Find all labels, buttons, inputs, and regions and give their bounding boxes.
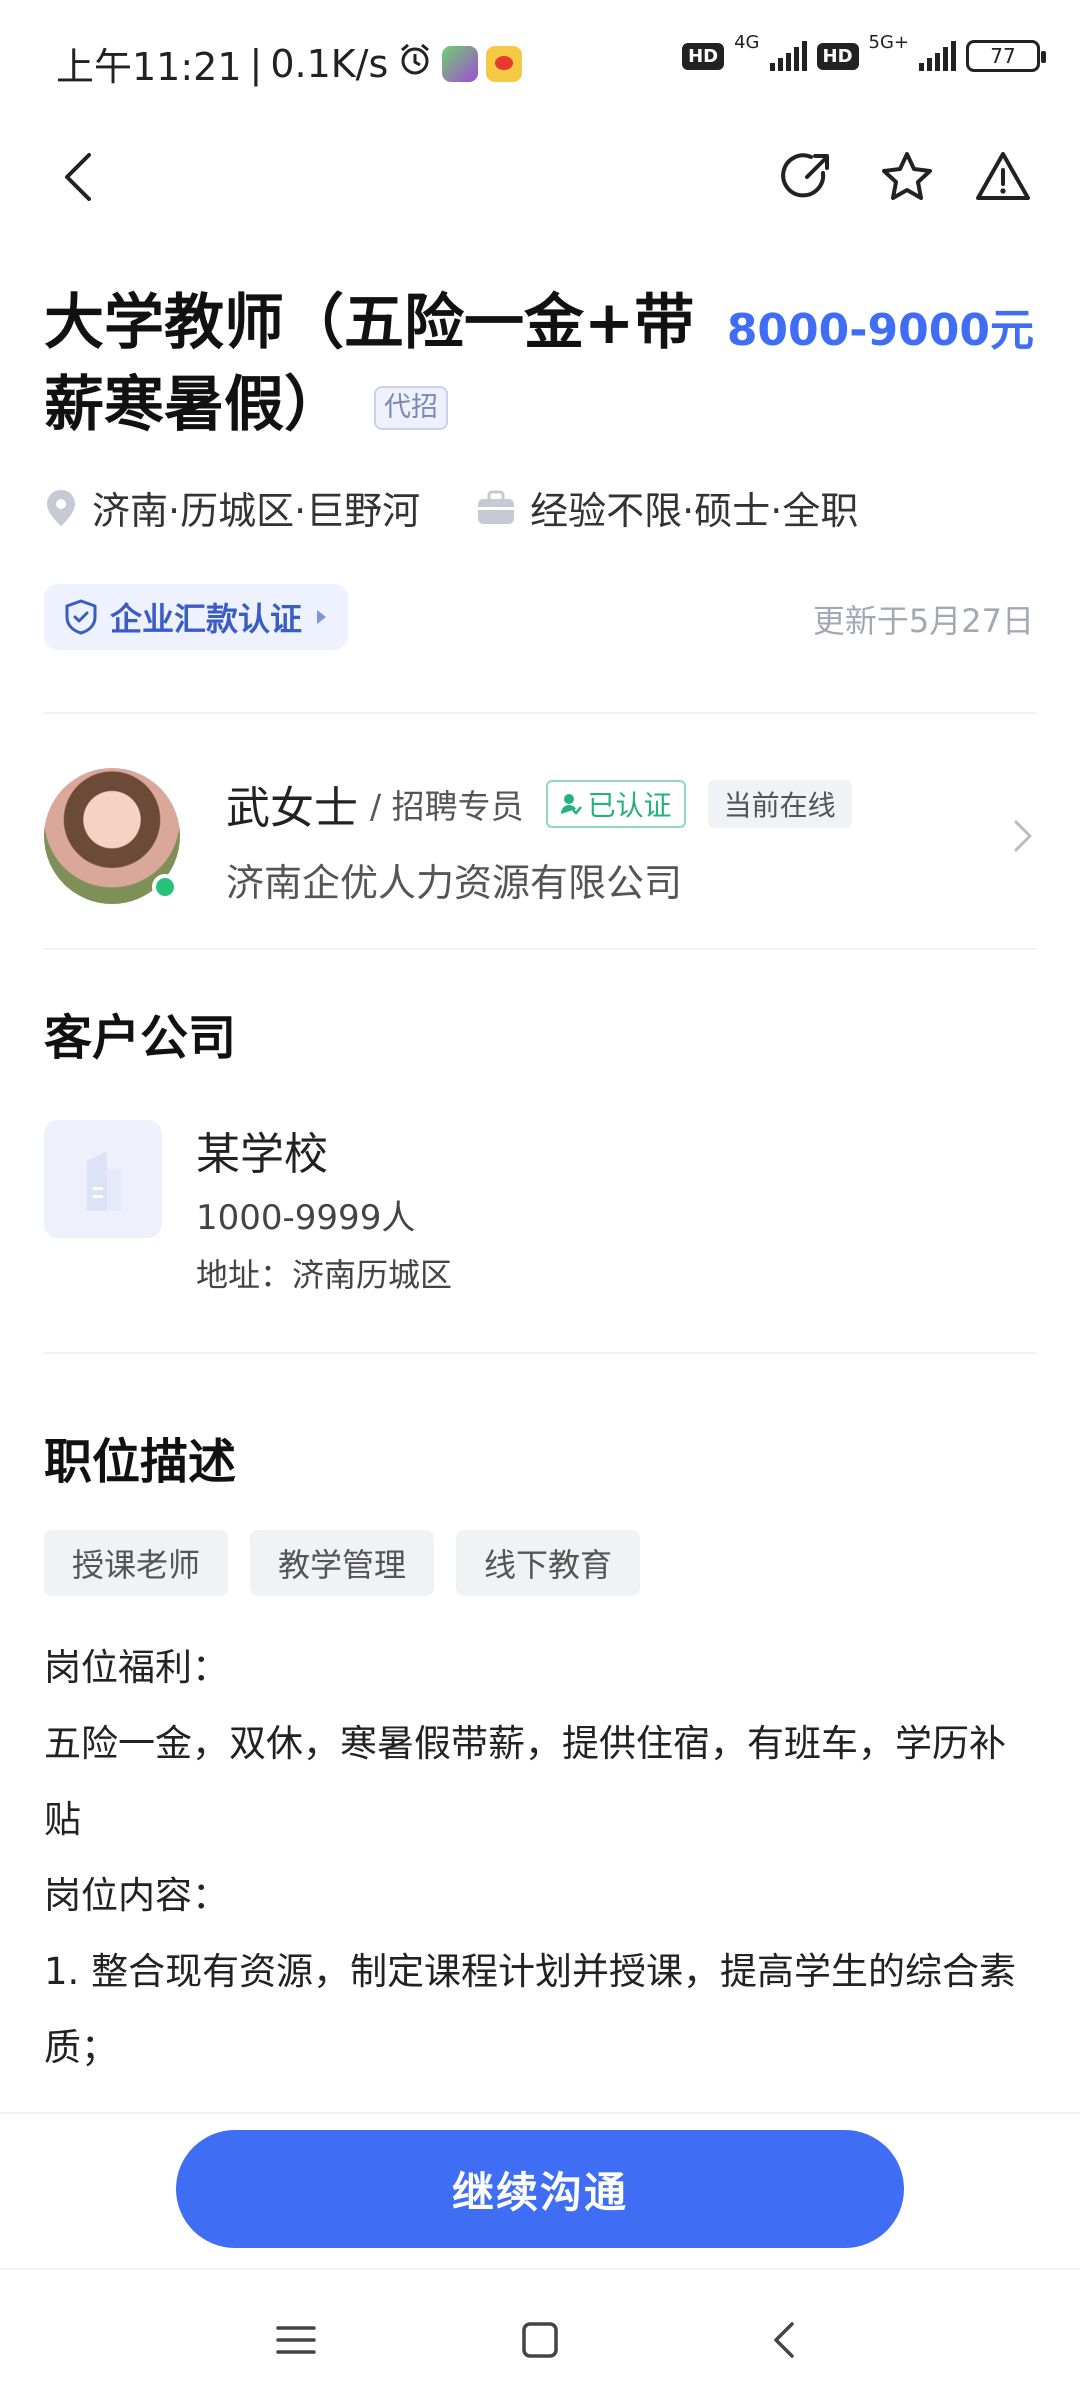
salary: 8000-9000元 xyxy=(726,305,1034,356)
agency-tag: 代招 xyxy=(374,386,448,431)
divider xyxy=(44,1352,1036,1354)
alarm-icon xyxy=(396,40,434,87)
recruiter-info: 武女士 / 招聘专员 已认证 当前在线 xyxy=(226,772,852,836)
menu-button[interactable] xyxy=(266,2310,326,2370)
building-icon xyxy=(44,1120,162,1238)
share-button[interactable] xyxy=(772,142,842,212)
client-name: 某学校 xyxy=(196,1129,328,1180)
sim2-network: 5G+ xyxy=(868,31,909,53)
skill-tag: 授课老师 xyxy=(44,1530,229,1596)
shield-check-icon xyxy=(65,599,97,635)
job-meta: 济南·历城区·巨野河 经验不限·硕士·全职 xyxy=(44,480,858,535)
system-back-button[interactable] xyxy=(754,2310,814,2370)
job-title: 大学教师（五险一金+带薪寒暑假） 代招 xyxy=(44,282,724,446)
menu-icon xyxy=(276,2326,316,2354)
job-location: 济南·历城区·巨野河 xyxy=(92,489,421,533)
skill-tags: 授课老师 教学管理 线下教育 xyxy=(44,1530,641,1596)
divider xyxy=(44,712,1036,714)
recruiter-role: / 招聘专员 xyxy=(370,787,524,826)
description-line: 岗位内容： xyxy=(44,1874,229,1917)
verified-user-icon xyxy=(560,794,582,815)
hd-icon: HD xyxy=(682,42,725,70)
description-line: 五险一金，双休，寒暑假带薪，提供住宿，有班车，学历补贴 xyxy=(44,1722,1006,1841)
app-notification-icon xyxy=(442,45,479,82)
share-icon xyxy=(781,153,829,198)
back-button[interactable] xyxy=(44,142,114,212)
battery-level: 77 xyxy=(990,44,1016,68)
requirements-group: 经验不限·硕士·全职 xyxy=(476,480,858,535)
back-arrow-icon xyxy=(774,2322,794,2358)
job-title-text: 大学教师（五险一金+带薪寒暑假） xyxy=(44,288,695,440)
chevron-right-icon xyxy=(1012,818,1034,858)
company-verify-badge[interactable]: 企业汇款认证 xyxy=(44,584,349,650)
client-address: 地址：济南历城区 xyxy=(196,1256,453,1294)
battery-icon: 77 xyxy=(966,40,1046,72)
status-left: 上午11:21 | 0.1K/s xyxy=(56,36,523,91)
sim1-network: 4G xyxy=(734,31,760,53)
location-pin-icon xyxy=(47,489,75,526)
description-line: 岗位福利： xyxy=(44,1646,229,1689)
description-line: 1. 整合现有资源，制定课程计划并授课，提高学生的综合素质； xyxy=(44,1950,1017,2069)
home-square-icon xyxy=(522,2322,558,2358)
home-button[interactable] xyxy=(510,2310,570,2370)
weibo-icon xyxy=(486,45,523,82)
recruiter-company: 济南企优人力资源有限公司 xyxy=(226,861,683,905)
status-net-speed: 0.1K/s xyxy=(270,41,389,86)
client-size: 1000-9999人 xyxy=(196,1198,416,1238)
continue-chat-button[interactable]: 继续沟通 xyxy=(176,2130,904,2248)
recruiter-name: 武女士 xyxy=(226,783,358,834)
favorite-button[interactable] xyxy=(872,142,942,212)
star-icon xyxy=(882,152,932,200)
briefcase-icon xyxy=(478,490,515,524)
signal-icon xyxy=(919,41,956,71)
signal-icon xyxy=(769,41,807,71)
hd-icon: HD xyxy=(816,42,859,70)
job-description-heading: 职位描述 xyxy=(44,1434,237,1490)
warning-icon xyxy=(976,152,1030,200)
verify-label: 企业汇款认证 xyxy=(110,600,303,638)
chevron-left-icon xyxy=(65,153,91,201)
online-badge: 当前在线 xyxy=(707,780,852,828)
divider xyxy=(44,948,1036,950)
location-group: 济南·历城区·巨野河 xyxy=(44,480,420,535)
client-company-heading: 客户公司 xyxy=(44,1010,237,1066)
job-description-text: 岗位福利： 五险一金，双休，寒暑假带薪，提供住宿，有班车，学历补贴 岗位内容： … xyxy=(44,1630,1034,2086)
status-right: HD 4G HD 5G+ 77 xyxy=(682,32,1046,72)
skill-tag: 线下教育 xyxy=(456,1530,641,1596)
updated-date: 更新于5月27日 xyxy=(812,602,1034,640)
verified-label: 已认证 xyxy=(587,789,672,822)
skill-tag: 教学管理 xyxy=(250,1530,435,1596)
online-status-dot xyxy=(152,874,178,900)
system-nav-bar xyxy=(0,2268,1080,2400)
verified-badge: 已认证 xyxy=(545,780,686,828)
report-button[interactable] xyxy=(968,142,1038,212)
job-requirements: 经验不限·硕士·全职 xyxy=(530,489,859,533)
status-bar: 上午11:21 | 0.1K/s HD 4G HD 5G+ 77 xyxy=(0,0,1080,120)
caret-right-icon xyxy=(317,610,327,624)
status-time: 上午11:21 xyxy=(56,45,242,89)
top-nav xyxy=(0,120,1080,250)
